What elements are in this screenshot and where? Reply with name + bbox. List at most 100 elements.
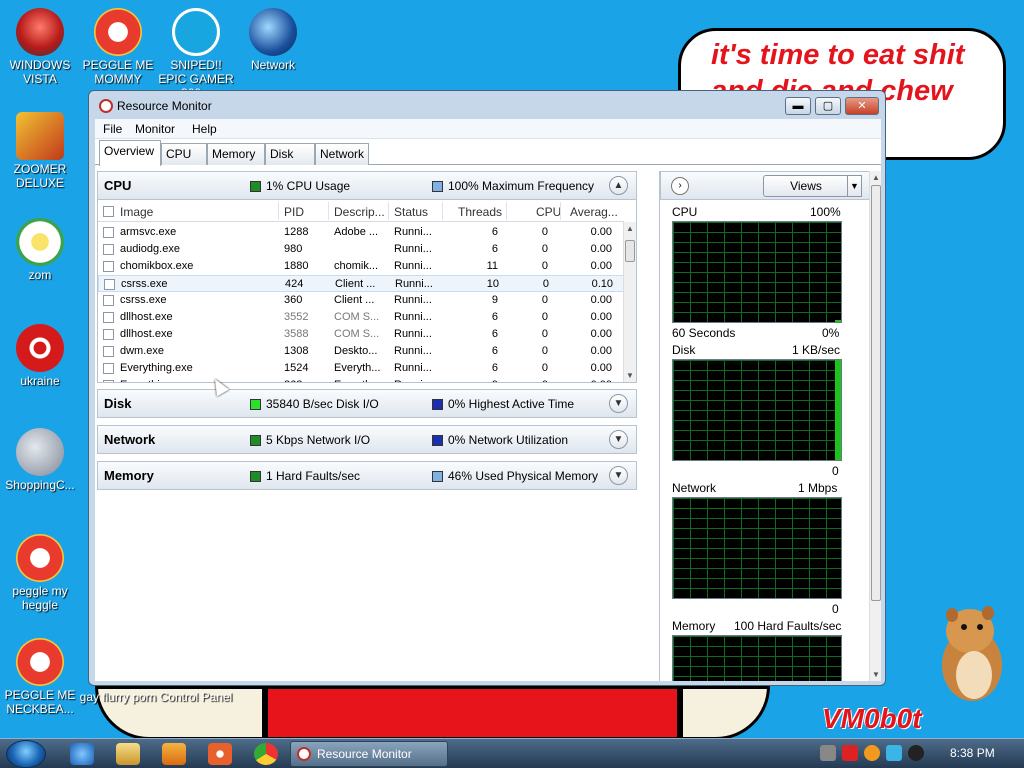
desktop-icon-ukraine[interactable]: ukraine xyxy=(0,324,80,388)
disk-graph-label: Disk xyxy=(672,343,696,357)
desktop-icon-peggle-my-heggle[interactable]: peggle my heggle xyxy=(0,534,80,612)
memory-section-header[interactable]: Memory 1 Hard Faults/sec 46% Used Physic… xyxy=(97,461,637,490)
row-checkbox[interactable] xyxy=(103,329,114,340)
app-icon[interactable] xyxy=(208,743,232,765)
row-checkbox[interactable] xyxy=(103,346,114,357)
table-row[interactable]: dllhost.exe 3552 COM S... Runni... 6 0 0.00 xyxy=(98,309,624,326)
tab-network[interactable]: Network xyxy=(315,143,369,165)
cell-threads: 6 xyxy=(491,328,498,340)
graphs-scrollbar[interactable]: ▲ ▼ xyxy=(869,171,881,681)
table-row[interactable]: armsvc.exe 1288 Adobe ... Runni... 6 0 0.00 xyxy=(98,224,624,241)
column-average[interactable]: Averag... xyxy=(570,205,618,219)
cell-status: Runni... xyxy=(394,379,440,382)
desktop-icon-windows-vista[interactable]: WINDOWS VISTA xyxy=(0,8,80,86)
row-checkbox[interactable] xyxy=(103,380,114,382)
desktop-icon-peggle-me-neckbeard[interactable]: PEGGLE ME NECKBEA... xyxy=(0,638,80,716)
section-title: Memory xyxy=(104,468,154,483)
scroll-down-icon[interactable]: ▼ xyxy=(872,670,880,679)
section-title: CPU xyxy=(104,178,132,193)
tab-cpu[interactable]: CPU xyxy=(161,143,207,165)
table-row[interactable]: dwm.exe 1308 Deskto... Runni... 6 0 0.00 xyxy=(98,343,624,360)
desktop-icon-zom[interactable]: zom xyxy=(0,218,80,282)
scrollbar-thumb[interactable] xyxy=(625,240,635,262)
table-row[interactable]: dllhost.exe 3588 COM S... Runni... 6 0 0.00 xyxy=(98,326,624,343)
tray-antivirus-icon[interactable] xyxy=(842,745,858,761)
row-checkbox[interactable] xyxy=(103,363,114,374)
tab-disk[interactable]: Disk xyxy=(265,143,315,165)
minimize-button[interactable]: ▬ xyxy=(785,97,811,115)
taskbar-task-resource-monitor[interactable]: Resource Monitor xyxy=(290,741,448,767)
window-titlebar[interactable]: Resource Monitor ▬ ▢ ✕ xyxy=(89,91,885,119)
close-button[interactable]: ✕ xyxy=(845,97,879,115)
start-button[interactable] xyxy=(6,740,46,768)
column-pid[interactable]: PID xyxy=(284,205,304,219)
collapse-chevron-icon[interactable]: ▲ xyxy=(609,176,628,195)
cell-pid: 1524 xyxy=(284,362,309,374)
table-row[interactable]: Everything.exe 1524 Everyth... Runni... 6 0 0.… xyxy=(98,360,624,377)
cell-threads: 9 xyxy=(454,379,498,382)
row-checkbox[interactable] xyxy=(103,312,114,323)
menu-file[interactable]: File xyxy=(103,122,122,136)
network-section-header[interactable]: Network 5 Kbps Network I/O 0% Network Ut… xyxy=(97,425,637,454)
tray-volume-icon[interactable] xyxy=(908,745,924,761)
row-checkbox[interactable] xyxy=(103,244,114,255)
table-row[interactable]: csrss.exe 360 Client ... Runni... 9 0 0.00 xyxy=(98,292,624,309)
desktop-icon-shopping[interactable]: ShoppingC... xyxy=(0,428,80,492)
column-threads[interactable]: Threads xyxy=(458,205,502,219)
table-row[interactable]: audiodg.exe 980 Runni... 6 0 0.00 xyxy=(98,241,624,258)
column-status[interactable]: Status xyxy=(394,205,428,219)
menu-monitor[interactable]: Monitor xyxy=(135,122,175,136)
collapse-pane-icon[interactable]: › xyxy=(671,177,689,195)
expand-chevron-icon[interactable]: ▼ xyxy=(609,430,628,449)
desktop-icon-network[interactable]: Network xyxy=(233,8,313,72)
desktop-icon-control-panel[interactable]: Control Panel xyxy=(156,690,236,704)
memory-faults-text: 1 Hard Faults/sec xyxy=(266,469,361,483)
taskbar: Resource Monitor 8:38 PM xyxy=(0,738,1024,768)
scrollbar-thumb[interactable] xyxy=(871,185,881,601)
column-cpu[interactable]: CPU xyxy=(536,205,561,219)
row-checkbox[interactable] xyxy=(103,227,114,238)
network-graph-max: 1 Mbps xyxy=(798,481,838,495)
desktop-icon-zoomer-deluxe[interactable]: ZOOMER DELUXE xyxy=(0,112,80,190)
views-dropdown-arrow-icon[interactable]: ▼ xyxy=(847,175,862,197)
expand-chevron-icon[interactable]: ▼ xyxy=(609,466,628,485)
scroll-up-icon[interactable]: ▲ xyxy=(872,173,880,182)
table-row[interactable]: chomikbox.exe 1880 chomik... Runni... 11 0 0.0… xyxy=(98,258,624,275)
row-checkbox[interactable] xyxy=(103,261,114,272)
row-checkbox[interactable] xyxy=(103,295,114,306)
desktop-icon-sniped[interactable]: SNIPED!! EPIC GAMER 360... xyxy=(156,8,236,100)
select-all-checkbox[interactable] xyxy=(103,206,114,217)
views-button[interactable]: Views xyxy=(763,175,849,197)
tray-app-icon[interactable] xyxy=(820,745,836,761)
disk-section-header[interactable]: Disk 35840 B/sec Disk I/O 0% Highest Act… xyxy=(97,389,637,418)
tray-search-icon[interactable] xyxy=(864,745,880,761)
maximize-button[interactable]: ▢ xyxy=(815,97,841,115)
desktop-icon-gay-flurry[interactable]: gay flurry porn xyxy=(78,690,158,704)
flash-icon xyxy=(16,428,64,476)
menu-help[interactable]: Help xyxy=(192,122,217,136)
tab-overview[interactable]: Overview xyxy=(99,140,161,166)
chrome-icon[interactable] xyxy=(254,743,278,765)
cell-cpu: 0 xyxy=(541,311,548,323)
media-player-icon[interactable] xyxy=(162,743,186,765)
scroll-down-icon[interactable]: ▼ xyxy=(626,371,634,380)
tab-memory[interactable]: Memory xyxy=(207,143,265,165)
internet-explorer-icon[interactable] xyxy=(70,743,94,765)
scroll-up-icon[interactable]: ▲ xyxy=(626,224,634,233)
peggle-icon xyxy=(16,638,64,686)
wallpaper-shape xyxy=(680,686,770,740)
tray-network-icon[interactable] xyxy=(886,745,902,761)
desktop-icon-peggle-me-mommy[interactable]: PEGGLE ME MOMMY xyxy=(78,8,158,86)
table-scrollbar[interactable]: ▲ ▼ xyxy=(623,222,636,382)
table-row[interactable]: csrss.exe 424 Client ... Runni... 10 0 0.10 xyxy=(98,275,624,292)
column-description[interactable]: Descrip... xyxy=(334,205,385,219)
cpu-section-header[interactable]: CPU 1% CPU Usage 100% Maximum Frequency … xyxy=(97,171,637,200)
column-image[interactable]: Image xyxy=(120,205,153,219)
expand-chevron-icon[interactable]: ▼ xyxy=(609,394,628,413)
row-checkbox[interactable] xyxy=(104,279,115,290)
folder-icon[interactable] xyxy=(116,743,140,765)
table-row[interactable]: Everything.exe 868 Everyth... Runni... 9 0 0.0… xyxy=(98,377,624,382)
taskbar-clock[interactable]: 8:38 PM xyxy=(950,746,995,760)
cell-image: dllhost.exe xyxy=(120,328,173,340)
cell-image: Everything.exe xyxy=(120,362,193,374)
